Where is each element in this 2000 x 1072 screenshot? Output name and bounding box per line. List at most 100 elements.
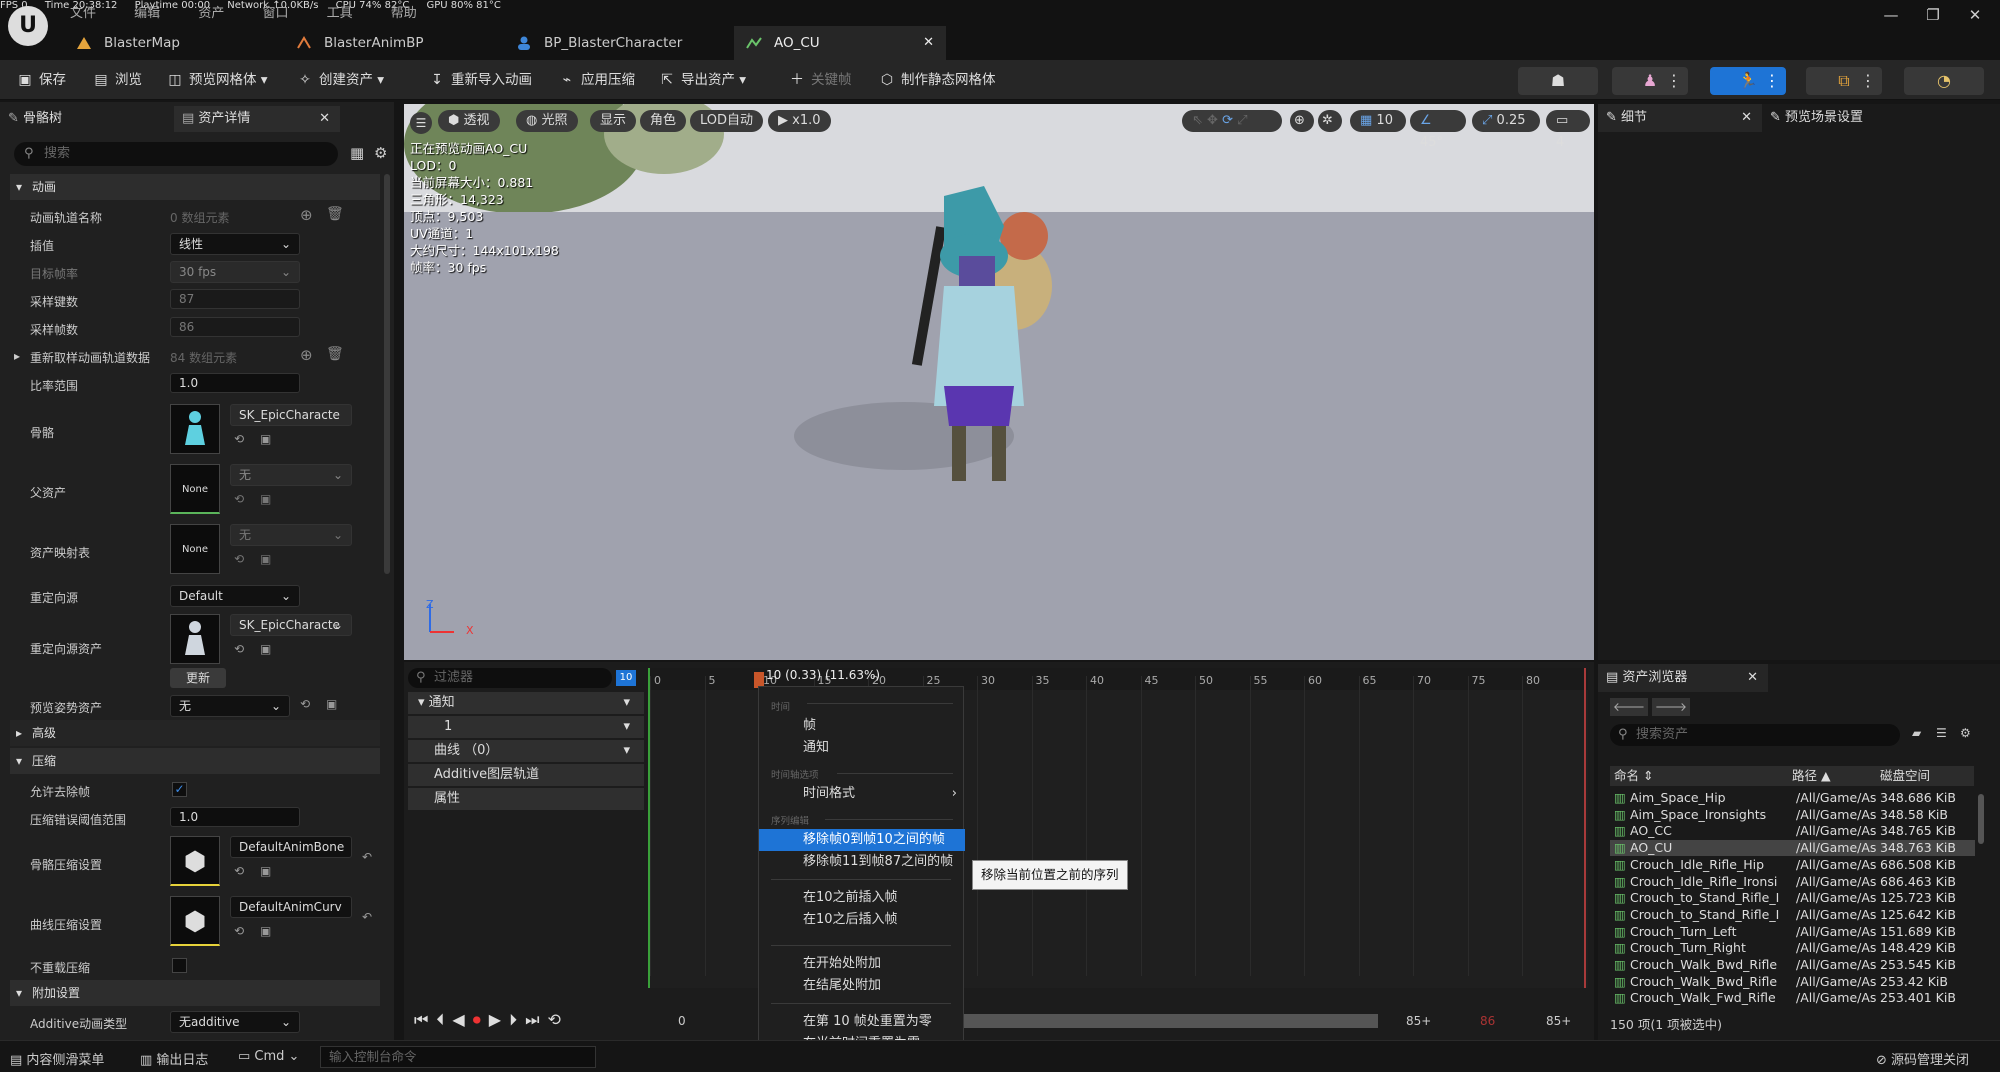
use-selected-icon[interactable]: ⟲ — [234, 924, 244, 938]
tab-skeleton-tree[interactable]: ✎ 骨骼树 — [8, 106, 168, 132]
more-icon[interactable]: ⋮ — [1666, 67, 1682, 95]
use-selected-icon[interactable]: ⟲ — [234, 492, 244, 506]
loop-icon[interactable]: ⟲ — [547, 1010, 568, 1029]
menu-item-reset-zero-frame[interactable]: 在第 10 帧处重置为零 — [759, 1011, 965, 1033]
preview-mesh-button[interactable]: ◫ 预览网格体 ▾ — [166, 68, 267, 92]
add-element-icon[interactable]: ⊕ — [300, 346, 313, 364]
browse-button[interactable]: ▤ 浏览 — [92, 68, 142, 92]
play-reverse-icon[interactable]: ◀ — [452, 1010, 472, 1029]
transform-tools[interactable]: ⇖ ✥ ⟳ ⤢ — [1182, 110, 1282, 132]
camera-speed-button[interactable]: ▭ 4 — [1546, 110, 1590, 150]
settings-gear-icon[interactable]: ⚙ — [374, 144, 387, 162]
tab-blasteranimbp[interactable]: BlasterAnimBP — [284, 26, 504, 60]
menu-item-append-end[interactable]: 在结尾处附加 — [759, 975, 965, 997]
asset-row[interactable]: ▥ Aim_Space_Ironsights/All/Game/As 348.58 … — [1610, 807, 1975, 823]
frame-count-box[interactable]: 10 — [616, 670, 636, 686]
surface-snap-icon[interactable]: ✲ — [1318, 110, 1342, 132]
section-compression[interactable]: ▾ 压缩 — [10, 748, 380, 774]
asset-row[interactable]: ▥ Crouch_Walk_Fwd_Rifle/All/Game/As 253.40… — [1610, 990, 1975, 1006]
asset-row[interactable]: ▥ AO_CU/All/Game/As 348.763 KiB — [1610, 840, 1975, 857]
lit-button[interactable]: ◍ 光照 — [516, 110, 578, 132]
view-range-end[interactable]: 85+ — [1406, 1014, 1431, 1028]
allow-strip-checkbox[interactable]: ✓ — [172, 782, 187, 797]
folder-icon[interactable]: ▰ — [1912, 726, 1921, 740]
close-tab-icon[interactable]: ✕ — [1747, 664, 1758, 692]
tab-asset-browser[interactable]: ▤ 资产浏览器 ✕ — [1598, 664, 1768, 692]
track-additive[interactable]: Additive图层轨道 — [408, 764, 644, 786]
menu-item-time-format[interactable]: 时间格式 › — [759, 783, 965, 805]
section-animation[interactable]: ▾ 动画 — [10, 174, 380, 200]
back-arrow-icon[interactable]: 🡐 — [1610, 698, 1648, 716]
close-window-icon[interactable]: ✕ — [1960, 6, 1990, 30]
browse-asset-icon[interactable]: ▣ — [260, 552, 271, 566]
retarget-source-asset-dropdown[interactable]: SK_EpicCharacte ⌄ — [230, 614, 352, 636]
browse-asset-icon[interactable]: ▣ — [260, 924, 271, 938]
curve-compression-thumbnail[interactable]: ⬢ — [170, 896, 220, 946]
add-element-icon[interactable]: ⊕ — [300, 206, 313, 224]
forward-arrow-icon[interactable]: 🡒 — [1652, 698, 1690, 716]
preview-viewport[interactable]: ☰ ⬢ 透视 ◍ 光照 显示 角色 LOD自动 ▶ x1.0 ⇖ ✥ ⟳ ⤢ ⊕… — [404, 104, 1594, 660]
character-button[interactable]: 角色 — [640, 110, 687, 132]
reset-arrow-icon[interactable]: ↶ — [362, 850, 372, 864]
track-attributes[interactable]: 属性 — [408, 788, 644, 810]
tab-preview-scene[interactable]: ✎ 预览场景设置 — [1770, 104, 1970, 132]
skip-to-start-icon[interactable]: ⏮ — [414, 1010, 436, 1029]
section-advanced[interactable]: ▸ 高级 — [10, 720, 380, 746]
chevron-down-icon[interactable]: ▾ — [623, 740, 630, 762]
use-selected-icon[interactable]: ⟲ — [234, 642, 244, 656]
delete-icon[interactable]: 🗑 — [326, 206, 344, 222]
angle-snap-button[interactable]: ∠ 45° — [1410, 110, 1466, 150]
rate-scale-input[interactable]: 1.0 — [170, 373, 300, 393]
menu-asset[interactable]: 资产 — [198, 6, 224, 21]
scale-snap-button[interactable]: ⤢ 0.25 — [1472, 110, 1540, 132]
skeleton-dropdown[interactable]: SK_EpicCharacte — [230, 404, 352, 426]
world-space-icon[interactable]: ⊕ — [1290, 110, 1314, 132]
grid-view-icon[interactable]: ▦ — [350, 144, 364, 162]
minimize-icon[interactable]: — — [1876, 6, 1906, 30]
preview-pose-dropdown[interactable]: 无 ⌄ — [170, 695, 290, 717]
reset-arrow-icon[interactable]: ↶ — [362, 910, 372, 924]
close-tab-icon[interactable]: ✕ — [923, 26, 934, 60]
unreal-logo-icon[interactable]: U — [8, 6, 48, 46]
row-retarget-tracks[interactable]: ▸ 重新取样动画轨道数据 84 数组元素 ⊕ 🗑 — [10, 342, 380, 370]
scrollbar[interactable] — [384, 174, 390, 574]
asset-row[interactable]: ▥ AO_CC/All/Game/As 348.765 KiB — [1610, 823, 1975, 839]
asset-row[interactable]: ▥ Crouch_Turn_Right/All/Game/As 148.429 Ki… — [1610, 940, 1975, 956]
section-additive[interactable]: ▾ 附加设置 — [10, 980, 380, 1006]
step-forward-icon[interactable]: ⏵ — [509, 1010, 525, 1029]
tab-ao-cu[interactable]: AO_CU ✕ — [734, 26, 946, 60]
skeleton-mode-button[interactable]: ☗ — [1518, 67, 1598, 95]
menu-item-frame[interactable]: 帧 — [759, 715, 965, 737]
curve-compression-dropdown[interactable]: DefaultAnimCurv — [230, 896, 352, 918]
step-back-icon[interactable]: ⏴ — [436, 1010, 452, 1029]
tab-bp-blastercharacter[interactable]: BP_BlasterCharacter — [504, 26, 734, 60]
source-control-button[interactable]: ⊘ 源码管理关闭 — [1876, 1049, 1969, 1068]
apply-compression-button[interactable]: ⌁ 应用压缩 — [558, 68, 635, 92]
tab-asset-details[interactable]: ▤ 资产详情 ✕ — [174, 106, 340, 132]
grid-snap-button[interactable]: ▦ 10 — [1350, 110, 1406, 132]
parent-asset-thumbnail[interactable]: None — [170, 464, 220, 514]
asset-row[interactable]: ▥ Crouch_Turn_Left/All/Game/As 151.689 KiB — [1610, 924, 1975, 940]
chevron-down-icon[interactable]: ▾ — [623, 716, 630, 738]
close-tab-icon[interactable]: ✕ — [319, 106, 330, 132]
additive-type-dropdown[interactable]: 无additive ⌄ — [170, 1011, 300, 1033]
asset-list-scrollbar[interactable] — [1978, 794, 1984, 844]
browse-asset-icon[interactable]: ▣ — [326, 697, 337, 711]
lod-button[interactable]: LOD自动 — [690, 110, 764, 132]
frame-rate-dropdown[interactable]: 30 fps ⌄ — [170, 261, 300, 283]
more-icon[interactable]: ⋮ — [1764, 67, 1780, 95]
perspective-button[interactable]: ⬢ 透视 — [438, 110, 500, 132]
record-icon[interactable]: ⏺ — [473, 1010, 489, 1029]
output-log-button[interactable]: ▥ 输出日志 — [140, 1049, 208, 1068]
use-selected-icon[interactable]: ⟲ — [300, 697, 310, 711]
column-disk-size[interactable]: 磁盘空间 — [1880, 766, 1930, 786]
menu-item-notify[interactable]: 通知 — [759, 737, 965, 759]
mesh-mode-button[interactable]: ♟ ⋮ — [1612, 67, 1688, 95]
show-button[interactable]: 显示 — [590, 110, 637, 132]
asset-mapping-dropdown[interactable]: 无 ⌄ — [230, 524, 352, 546]
interpolation-dropdown[interactable]: 线性 ⌄ — [170, 233, 300, 255]
restore-icon[interactable]: ❐ — [1918, 6, 1948, 30]
asset-mapping-thumbnail[interactable]: None — [170, 524, 220, 574]
create-asset-button[interactable]: ✧ 创建资产 ▾ — [296, 68, 384, 92]
asset-row[interactable]: ▥ Crouch_Idle_Rifle_Ironsi/All/Game/As 686… — [1610, 874, 1975, 890]
